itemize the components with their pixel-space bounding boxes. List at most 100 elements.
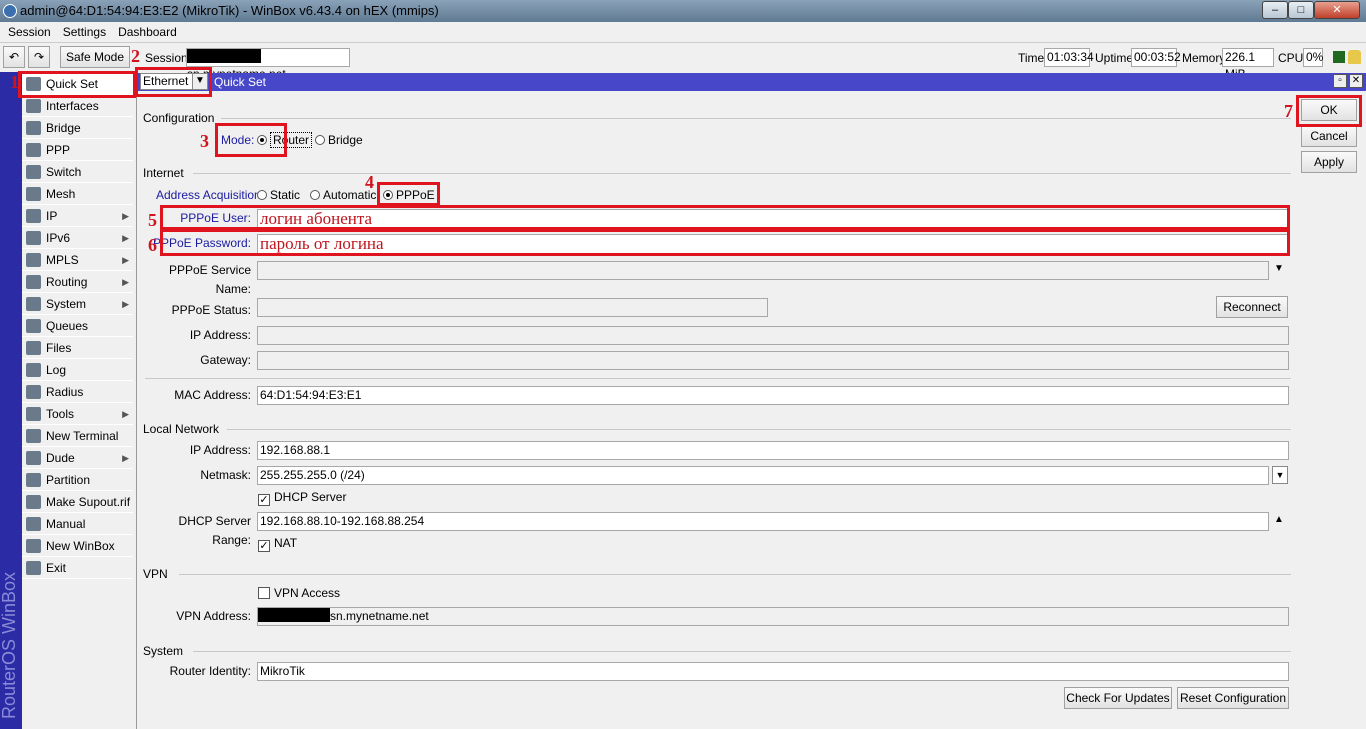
- sidebar-item-radius[interactable]: Radius: [22, 381, 133, 403]
- partition-icon: [26, 473, 41, 487]
- close-panel-icon[interactable]: ✕: [1349, 74, 1363, 88]
- cpu-value: 0%: [1303, 48, 1323, 67]
- sidebar-item-queues[interactable]: Queues: [22, 315, 133, 337]
- sidebar-item-manual[interactable]: Manual: [22, 513, 133, 535]
- sidebar-item-system[interactable]: System ▶: [22, 293, 133, 315]
- sidebar-item-new-winbox[interactable]: New WinBox: [22, 535, 133, 557]
- reconnect-button[interactable]: Reconnect: [1216, 296, 1288, 318]
- lock-icon: [1348, 50, 1361, 64]
- acq-static-radio[interactable]: Static: [257, 188, 300, 202]
- winbox-logo-icon: [3, 4, 17, 18]
- sidebar-item-routing[interactable]: Routing ▶: [22, 271, 133, 293]
- bridge-icon: [26, 121, 41, 135]
- tools-icon: [26, 407, 41, 421]
- sidebar-brand: RouterOS WinBox: [0, 571, 19, 719]
- vpn-address-label: VPN Address:: [176, 609, 251, 623]
- sidebar-item-dude[interactable]: Dude ▶: [22, 447, 133, 469]
- collapse-arrow-icon[interactable]: ▲: [1274, 514, 1284, 525]
- switch-icon: [26, 165, 41, 179]
- exit-icon: [26, 561, 41, 575]
- dhcp-range-label: DHCP Server Range:: [178, 514, 251, 547]
- menubar: Session Settings Dashboard: [0, 22, 1366, 42]
- netmask-input[interactable]: 255.255.255.0 (/24): [257, 466, 1269, 485]
- sidebar-item-ppp[interactable]: PPP: [22, 139, 133, 161]
- sidebar-item-interfaces[interactable]: Interfaces: [22, 95, 133, 117]
- undo-button[interactable]: ↶: [3, 46, 25, 68]
- sidebar-item-label: Radius: [46, 385, 84, 399]
- close-button[interactable]: ✕: [1314, 1, 1360, 19]
- submenu-arrow-icon: ▶: [122, 299, 129, 309]
- mpls-icon: [26, 253, 41, 267]
- vpn-access-checkbox[interactable]: VPN Access: [258, 586, 340, 600]
- safe-mode-button[interactable]: Safe Mode: [60, 46, 130, 68]
- sidebar-item-log[interactable]: Log: [22, 359, 133, 381]
- annotation-number: 3: [200, 131, 209, 151]
- maximize-button[interactable]: □: [1288, 1, 1314, 19]
- reset-configuration-button[interactable]: Reset Configuration: [1177, 687, 1289, 709]
- sidebar-item-exit[interactable]: Exit: [22, 557, 133, 579]
- mac-address-input[interactable]: 64:D1:54:94:E3:E1: [257, 386, 1289, 405]
- address-acquisition-label: Address Acquisition:: [156, 188, 265, 202]
- sidebar-item-files[interactable]: Files: [22, 337, 133, 359]
- dude-icon: [26, 451, 41, 465]
- panel-titlebar: Ethernet ▼ Quick Set ▫ ✕: [137, 73, 1366, 91]
- apply-button[interactable]: Apply: [1301, 151, 1357, 173]
- sidebar-item-ipv6[interactable]: IPv6 ▶: [22, 227, 133, 249]
- submenu-arrow-icon: ▶: [122, 255, 129, 265]
- check-for-updates-button[interactable]: Check For Updates: [1064, 687, 1172, 709]
- annotation-number: 6: [148, 235, 157, 255]
- sidebar-item-mpls[interactable]: MPLS ▶: [22, 249, 133, 271]
- sidebar-item-ip[interactable]: IP ▶: [22, 205, 133, 227]
- session-label: Session:: [145, 51, 192, 65]
- annotation-number: 2: [131, 46, 140, 66]
- sidebar-item-partition[interactable]: Partition: [22, 469, 133, 491]
- sidebar-item-make-supout-rif[interactable]: Make Supout.rif: [22, 491, 133, 513]
- annotation-box-1: [18, 71, 136, 98]
- dropdown-arrow-icon[interactable]: ▼: [1272, 466, 1288, 484]
- sidebar-item-switch[interactable]: Switch: [22, 161, 133, 183]
- restore-icon[interactable]: ▫: [1333, 74, 1347, 88]
- menu-settings[interactable]: Settings: [63, 25, 106, 39]
- annotation-box-3: [215, 123, 287, 157]
- annotation-box-6: [160, 229, 1290, 256]
- ip-icon: [26, 209, 41, 223]
- annotation-box-5: [160, 205, 1290, 230]
- section-vpn: VPN: [143, 567, 168, 581]
- sidebar-item-bridge[interactable]: Bridge: [22, 117, 133, 139]
- sidebar-item-label: Dude: [46, 451, 75, 465]
- nat-checkbox[interactable]: ✓ NAT: [258, 536, 297, 552]
- pppoe-service-input[interactable]: [257, 261, 1269, 280]
- system-icon: [26, 297, 41, 311]
- annotation-number: 1: [10, 72, 19, 92]
- router-identity-label: Router Identity:: [169, 664, 251, 678]
- menu-dashboard[interactable]: Dashboard: [118, 25, 177, 39]
- section-local-network: Local Network: [143, 422, 220, 436]
- memory-value: 226.1 MiB: [1222, 48, 1274, 81]
- sidebar-item-mesh[interactable]: Mesh: [22, 183, 133, 205]
- dropdown-arrow-icon[interactable]: ▼: [1274, 263, 1284, 274]
- mode-bridge-radio[interactable]: Bridge: [315, 133, 363, 147]
- dhcp-server-checkbox[interactable]: ✓ DHCP Server: [258, 490, 346, 506]
- sidebar-item-label: Interfaces: [46, 99, 99, 113]
- manual-icon: [26, 517, 41, 531]
- radius-icon: [26, 385, 41, 399]
- sidebar-item-new-terminal[interactable]: New Terminal: [22, 425, 133, 447]
- local-ip-input[interactable]: 192.168.88.1: [257, 441, 1289, 460]
- window-title: admin@64:D1:54:94:E3:E2 (MikroTik) - Win…: [20, 3, 439, 18]
- minimize-button[interactable]: –: [1262, 1, 1288, 19]
- annotation-box-7: [1296, 95, 1362, 127]
- dhcp-range-input[interactable]: 192.168.88.10-192.168.88.254: [257, 512, 1269, 531]
- annotation-number: 5: [148, 210, 157, 230]
- sidebar-item-label: Exit: [46, 561, 67, 575]
- router-identity-input[interactable]: MikroTik: [257, 662, 1289, 681]
- sidebar-item-label: Tools: [46, 407, 75, 421]
- local-ip-label: IP Address:: [189, 443, 251, 457]
- redo-button[interactable]: ↷: [28, 46, 50, 68]
- sidebar: RouterOS WinBox Quick Set Interfaces Bridg…: [0, 72, 137, 729]
- menu-session[interactable]: Session: [8, 25, 51, 39]
- sidebar-item-tools[interactable]: Tools ▶: [22, 403, 133, 425]
- cancel-button[interactable]: Cancel: [1301, 125, 1357, 147]
- routing-icon: [26, 275, 41, 289]
- section-configuration: Configuration: [143, 111, 215, 125]
- files-icon: [26, 341, 41, 355]
